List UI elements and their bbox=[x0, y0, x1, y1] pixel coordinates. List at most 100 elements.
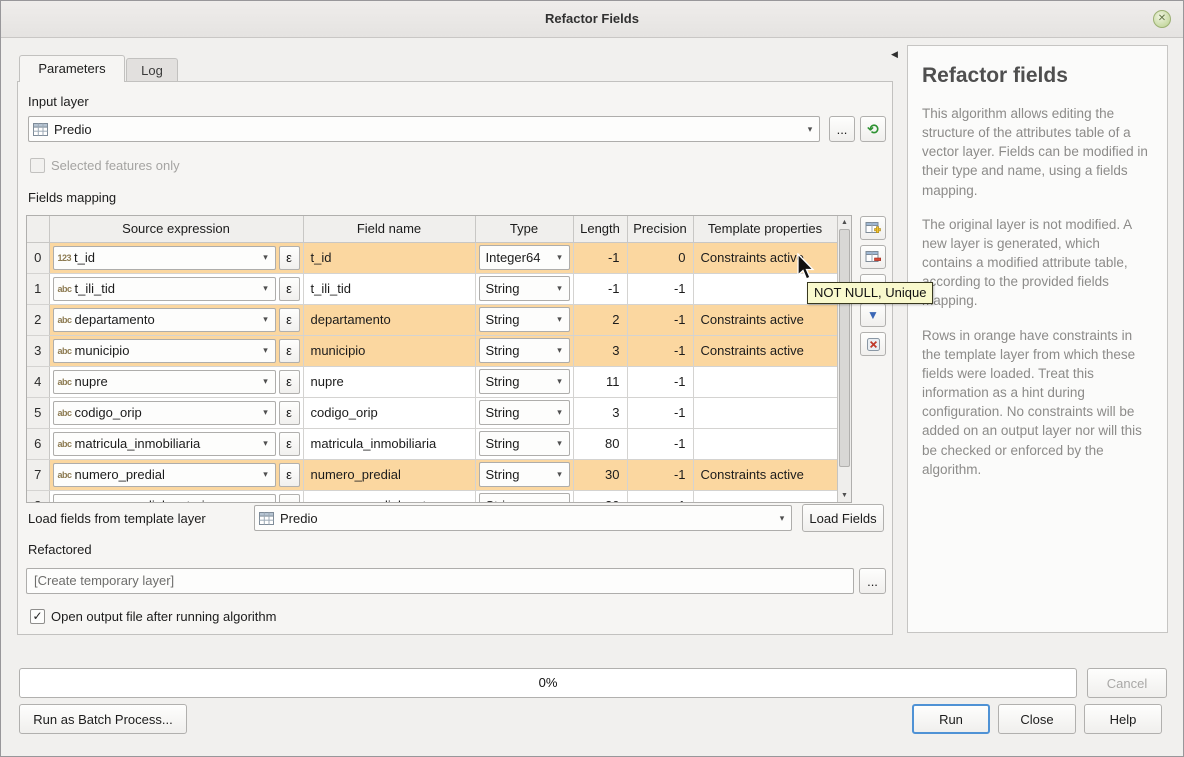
template-layer-select[interactable]: Predio ▾ bbox=[254, 505, 792, 531]
chevron-down-icon: ▾ bbox=[257, 283, 275, 294]
tab-log[interactable]: Log bbox=[126, 58, 178, 82]
row-index[interactable]: 7 bbox=[27, 459, 49, 490]
cancel-button[interactable]: Cancel bbox=[1087, 668, 1167, 698]
chevron-down-icon: ▾ bbox=[257, 407, 275, 418]
precision-cell[interactable]: 0 bbox=[627, 242, 693, 273]
length-cell[interactable]: 20 bbox=[573, 490, 627, 502]
row-index[interactable]: 6 bbox=[27, 428, 49, 459]
type-select[interactable]: String▾ bbox=[479, 307, 570, 332]
type-select[interactable]: String▾ bbox=[479, 276, 570, 301]
source-expression-value: nupre bbox=[72, 374, 257, 389]
precision-cell[interactable]: -1 bbox=[627, 490, 693, 502]
source-expression-select[interactable]: abcmunicipio▾ bbox=[53, 339, 276, 363]
precision-cell[interactable]: -1 bbox=[627, 428, 693, 459]
row-index[interactable]: 1 bbox=[27, 273, 49, 304]
row-index[interactable]: 4 bbox=[27, 366, 49, 397]
iterate-layer-button[interactable]: ⟲ bbox=[860, 116, 886, 142]
move-down-button[interactable]: ▼ bbox=[860, 303, 886, 327]
source-expression-select[interactable]: 123t_id▾ bbox=[53, 246, 276, 270]
field-name-cell[interactable]: codigo_orip bbox=[303, 397, 475, 428]
titlebar[interactable]: Refactor Fields ✕ bbox=[1, 1, 1183, 38]
reset-fields-button[interactable] bbox=[860, 332, 886, 356]
source-expression-select[interactable]: abcmatricula_inmobiliaria▾ bbox=[53, 432, 276, 456]
row-index[interactable]: 0 bbox=[27, 242, 49, 273]
length-cell[interactable]: 30 bbox=[573, 459, 627, 490]
field-name-cell[interactable]: matricula_inmobiliaria bbox=[303, 428, 475, 459]
precision-cell[interactable]: -1 bbox=[627, 335, 693, 366]
expression-builder-button[interactable]: ε bbox=[279, 246, 300, 270]
field-name-cell[interactable]: numero_predial bbox=[303, 459, 475, 490]
field-name-cell[interactable]: departamento bbox=[303, 304, 475, 335]
field-name-cell[interactable]: t_ili_tid bbox=[303, 273, 475, 304]
source-expression-select[interactable]: abcnupre▾ bbox=[53, 370, 276, 394]
collapse-help-button[interactable]: ◀ bbox=[891, 49, 898, 60]
vertical-scrollbar[interactable]: ▲ ▼ bbox=[837, 216, 851, 502]
source-expression-select[interactable]: abccodigo_orip▾ bbox=[53, 401, 276, 425]
type-select[interactable]: String▾ bbox=[479, 493, 570, 502]
field-name-cell[interactable]: t_id bbox=[303, 242, 475, 273]
field-name-cell[interactable]: municipio bbox=[303, 335, 475, 366]
row-index[interactable]: 3 bbox=[27, 335, 49, 366]
precision-cell[interactable]: -1 bbox=[627, 459, 693, 490]
source-expression-select[interactable]: abcdepartamento▾ bbox=[53, 308, 276, 332]
refactored-output-input[interactable]: [Create temporary layer] bbox=[26, 568, 854, 594]
source-expression-select[interactable]: abcnumero_predial▾ bbox=[53, 463, 276, 487]
type-select[interactable]: String▾ bbox=[479, 462, 570, 487]
expression-builder-button[interactable]: ε bbox=[279, 432, 300, 456]
expression-builder-button[interactable]: ε bbox=[279, 494, 300, 503]
length-cell[interactable]: 3 bbox=[573, 397, 627, 428]
field-name-cell[interactable]: numero_predial_ante bbox=[303, 490, 475, 502]
source-expression-value: departamento bbox=[72, 312, 257, 327]
field-row: 2abcdepartamento▾εdepartamentoString▾2-1… bbox=[27, 304, 837, 335]
expression-builder-button[interactable]: ε bbox=[279, 463, 300, 487]
input-layer-browse-button[interactable]: ... bbox=[829, 116, 855, 142]
type-select[interactable]: String▾ bbox=[479, 400, 570, 425]
load-fields-button[interactable]: Load Fields bbox=[802, 504, 884, 532]
precision-cell[interactable]: -1 bbox=[627, 273, 693, 304]
scroll-down-icon[interactable]: ▼ bbox=[838, 489, 851, 502]
type-select[interactable]: String▾ bbox=[479, 338, 570, 363]
template-properties-cell bbox=[693, 490, 837, 502]
expression-builder-button[interactable]: ε bbox=[279, 370, 300, 394]
row-index[interactable]: 5 bbox=[27, 397, 49, 428]
close-window-button[interactable]: ✕ bbox=[1153, 10, 1171, 28]
expression-builder-button[interactable]: ε bbox=[279, 339, 300, 363]
precision-cell[interactable]: -1 bbox=[627, 304, 693, 335]
length-cell[interactable]: 80 bbox=[573, 428, 627, 459]
tab-parameters[interactable]: Parameters bbox=[19, 55, 125, 82]
row-index[interactable]: 8 bbox=[27, 490, 49, 502]
row-index[interactable]: 2 bbox=[27, 304, 49, 335]
length-cell[interactable]: -1 bbox=[573, 242, 627, 273]
length-cell[interactable]: -1 bbox=[573, 273, 627, 304]
precision-cell[interactable]: -1 bbox=[627, 397, 693, 428]
expression-builder-button[interactable]: ε bbox=[279, 401, 300, 425]
scrollbar-thumb[interactable] bbox=[839, 229, 850, 467]
expression-builder-button[interactable]: ε bbox=[279, 308, 300, 332]
remove-field-button[interactable] bbox=[860, 245, 886, 269]
scroll-up-icon[interactable]: ▲ bbox=[838, 216, 851, 229]
run-button[interactable]: Run bbox=[912, 704, 990, 734]
clear-icon bbox=[866, 337, 881, 352]
precision-cell[interactable]: -1 bbox=[627, 366, 693, 397]
length-cell[interactable]: 11 bbox=[573, 366, 627, 397]
help-button[interactable]: Help bbox=[1084, 704, 1162, 734]
collapse-left-icon: ◀ bbox=[891, 49, 898, 59]
close-button[interactable]: Close bbox=[998, 704, 1076, 734]
refactored-browse-button[interactable]: ... bbox=[859, 568, 886, 594]
source-expression-select[interactable]: abct_ili_tid▾ bbox=[53, 277, 276, 301]
expression-builder-button[interactable]: ε bbox=[279, 277, 300, 301]
type-select[interactable]: Integer64▾ bbox=[479, 245, 570, 270]
add-field-button[interactable] bbox=[860, 216, 886, 240]
run-as-batch-button[interactable]: Run as Batch Process... bbox=[19, 704, 187, 734]
length-cell[interactable]: 2 bbox=[573, 304, 627, 335]
selected-features-checkbox[interactable] bbox=[30, 158, 45, 173]
open-output-checkbox[interactable]: ✓ bbox=[30, 609, 45, 624]
input-layer-select[interactable]: Predio ▾ bbox=[28, 116, 820, 142]
chevron-down-icon: ▾ bbox=[551, 376, 569, 387]
source-expression-select[interactable]: abcnumero_predial_anterior▾ bbox=[53, 494, 276, 503]
length-cell[interactable]: 3 bbox=[573, 335, 627, 366]
type-select[interactable]: String▾ bbox=[479, 431, 570, 456]
field-name-cell[interactable]: nupre bbox=[303, 366, 475, 397]
type-select[interactable]: String▾ bbox=[479, 369, 570, 394]
refresh-icon: ⟲ bbox=[867, 121, 879, 138]
